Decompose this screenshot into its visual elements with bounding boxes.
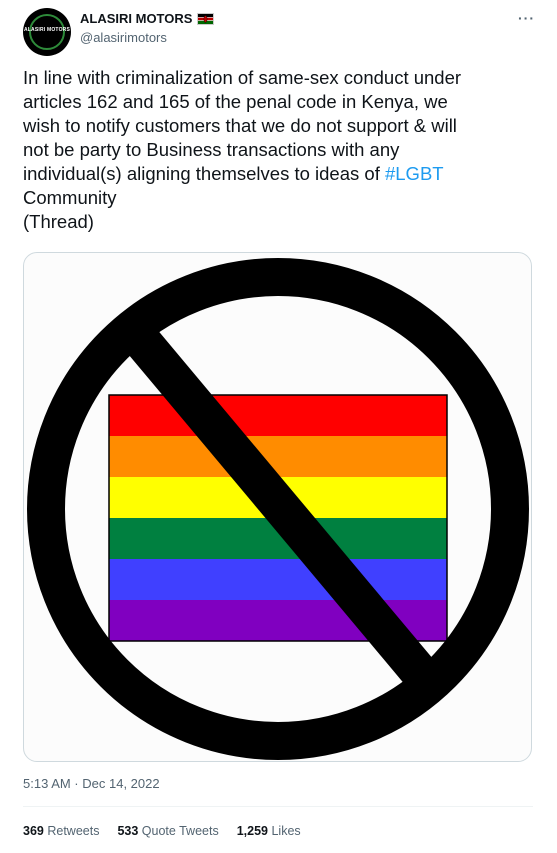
tweet-line: articles 162 and 165 of the penal code i…: [23, 91, 448, 112]
likes-stat[interactable]: 1,259 Likes: [237, 824, 301, 838]
user-handle[interactable]: @alasirimotors: [80, 30, 167, 45]
tweet-image[interactable]: [23, 252, 532, 762]
more-options-button[interactable]: ···: [518, 10, 535, 26]
tweet-line: In line with criminalization of same-sex…: [23, 67, 462, 88]
quote-tweets-label: Quote Tweets: [141, 824, 219, 838]
tweet-line: Community: [23, 187, 117, 208]
display-name[interactable]: ALASIRI MOTORS: [80, 11, 192, 26]
retweets-stat[interactable]: 369 Retweets: [23, 824, 99, 838]
tweet-line: (Thread): [23, 211, 94, 232]
quote-tweets-stat[interactable]: 533 Quote Tweets: [117, 824, 218, 838]
likes-label: Likes: [271, 824, 301, 838]
retweets-label: Retweets: [47, 824, 100, 838]
divider: [23, 806, 533, 807]
flag-stripe: [109, 395, 447, 437]
no-lgbt-prohibition-graphic: [27, 258, 529, 760]
retweets-count: 369: [23, 824, 44, 838]
tweet-line: individual(s) aligning themselves to ide…: [23, 163, 385, 184]
avatar-logo-text: ALASIRI MOTORS: [23, 27, 71, 33]
hashtag-link[interactable]: #LGBT: [385, 163, 444, 184]
tweet-line: not be party to Business transactions wi…: [23, 139, 400, 160]
quote-tweets-count: 533: [117, 824, 139, 838]
tweet-text: In line with criminalization of same-sex…: [23, 66, 538, 234]
flag-stripe: [109, 436, 447, 478]
avatar[interactable]: ALASIRI MOTORS: [23, 8, 71, 56]
likes-count: 1,259: [236, 824, 268, 838]
flag-stripe: [109, 559, 447, 601]
tweet-line: wish to notify customers that we do not …: [23, 115, 457, 136]
kenya-flag-icon: [197, 12, 215, 25]
author-name-row: ALASIRI MOTORS: [80, 11, 215, 26]
tweet-timestamp[interactable]: 5:13 AM · Dec 14, 2022: [23, 776, 160, 791]
tweet-stats: 369 Retweets 533 Quote Tweets 1,259 Like…: [23, 824, 301, 838]
tweet-line-with-hashtag: individual(s) aligning themselves to ide…: [23, 162, 538, 186]
